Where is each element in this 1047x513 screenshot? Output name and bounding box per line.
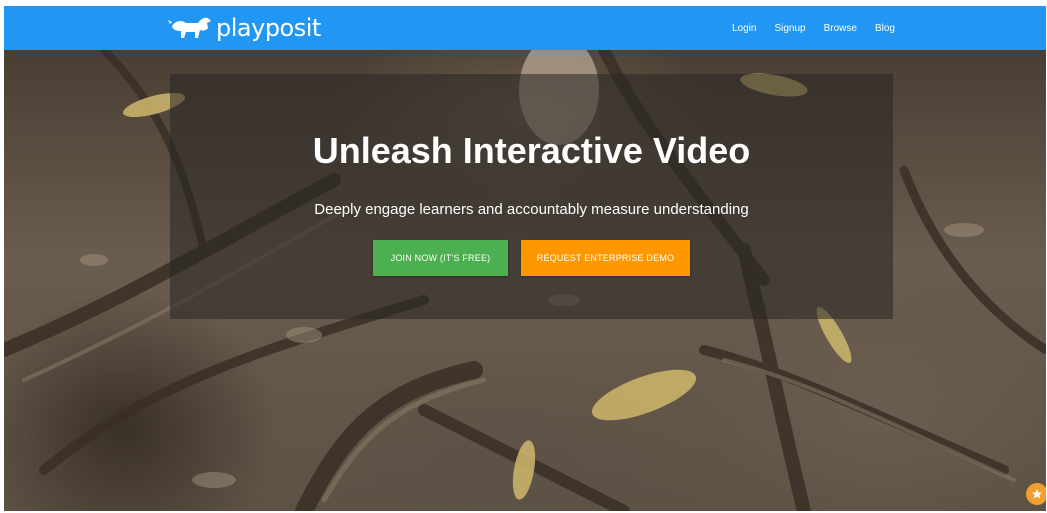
floating-star-button[interactable]: [1026, 483, 1046, 505]
dog-logo-icon: [168, 17, 211, 38]
top-navbar: playposit Login Signup Browse Blog: [4, 6, 1046, 50]
hero-title: Unleash Interactive Video: [312, 130, 751, 171]
nav-blog-link[interactable]: Blog: [875, 23, 895, 34]
nav-signup-link[interactable]: Signup: [774, 23, 805, 34]
brand-logo[interactable]: playposit: [168, 12, 321, 44]
cta-button-row: JOIN NOW (IT'S FREE) REQUEST ENTERPRISE …: [170, 240, 893, 276]
request-demo-button[interactable]: REQUEST ENTERPRISE DEMO: [521, 240, 690, 276]
star-icon: [1032, 489, 1042, 499]
join-now-button[interactable]: JOIN NOW (IT'S FREE): [373, 240, 508, 276]
hero-subtitle: Deeply engage learners and accountably m…: [314, 201, 749, 218]
brand-name: playposit: [216, 14, 321, 42]
nav-login-link[interactable]: Login: [732, 23, 756, 34]
nav-links: Login Signup Browse Blog: [732, 6, 895, 50]
nav-browse-link[interactable]: Browse: [824, 23, 857, 34]
hero-panel: Unleash Interactive Video Deeply engage …: [170, 74, 893, 319]
page-frame: playposit Login Signup Browse Blog Unlea…: [4, 6, 1046, 511]
